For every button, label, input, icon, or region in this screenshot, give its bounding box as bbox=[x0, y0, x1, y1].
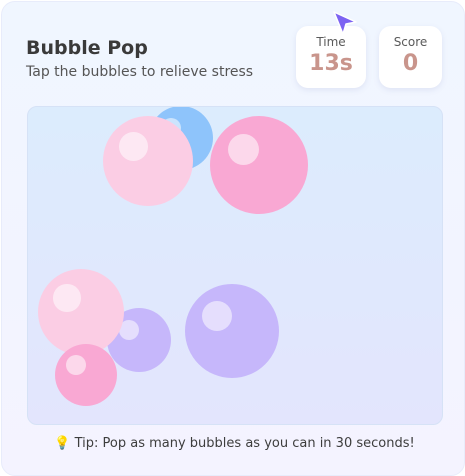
time-label: Time bbox=[316, 35, 346, 49]
tip-line: 💡 Tip: Pop as many bubbles as you can in… bbox=[2, 436, 465, 451]
score-value: 0 bbox=[402, 51, 419, 76]
game-subtitle: Tap the bubbles to relieve stress bbox=[26, 64, 254, 80]
bubble[interactable] bbox=[103, 116, 193, 206]
bubble[interactable] bbox=[55, 344, 117, 406]
bubble[interactable] bbox=[210, 116, 308, 214]
bubble-play-area[interactable] bbox=[27, 106, 443, 425]
bubble[interactable] bbox=[38, 269, 124, 355]
time-value: 13s bbox=[309, 51, 353, 76]
tip-text: Tip: Pop as many bubbles as you can in 3… bbox=[74, 436, 415, 451]
pointer-arrow-icon bbox=[333, 11, 357, 35]
lightbulb-icon: 💡 bbox=[54, 436, 71, 451]
score-label: Score bbox=[393, 35, 428, 49]
game-title: Bubble Pop bbox=[26, 37, 148, 59]
bubble[interactable] bbox=[185, 284, 279, 378]
game-card: Bubble Pop Tap the bubbles to relieve st… bbox=[1, 1, 465, 476]
score-stat: Score 0 bbox=[379, 26, 442, 88]
